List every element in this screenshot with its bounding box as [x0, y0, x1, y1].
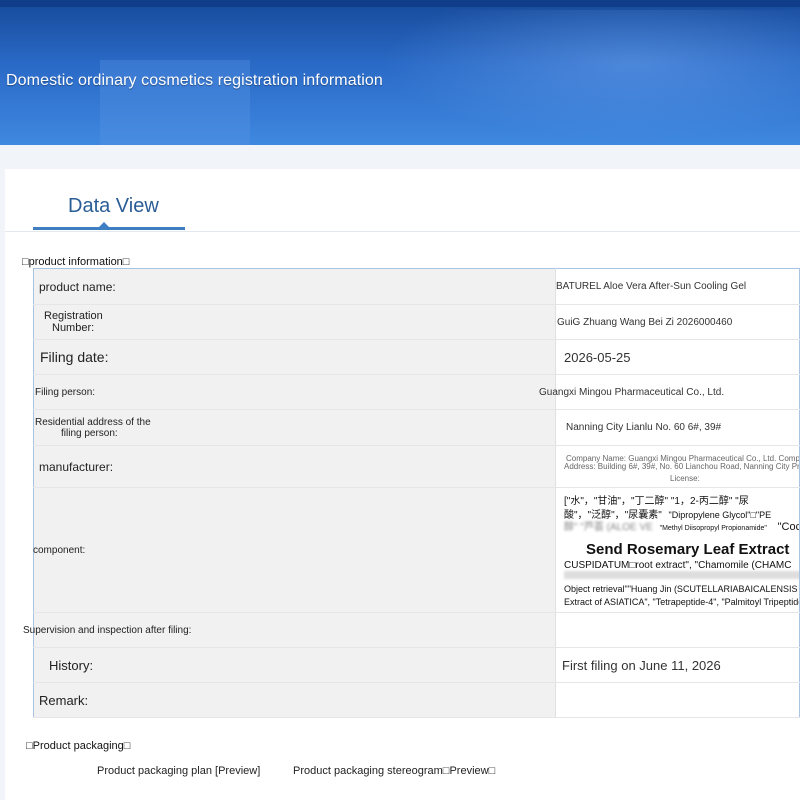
component-line3a: 醇" "芦荟 (ALOE VE: [564, 522, 653, 533]
row-component: component: ["水"，"甘油"，"丁二醇" "1，2-丙二醇" "尿 …: [33, 487, 800, 613]
section-product-information: □product information□: [22, 256, 130, 268]
component-value: ["水"，"甘油"，"丁二醇" "1，2-丙二醇" "尿 酸"，"泛醇"，"尿囊…: [556, 489, 799, 611]
row-supervision: Supervision and inspection after filing:: [23, 612, 800, 648]
page-title: Domestic ordinary cosmetics registration…: [6, 72, 383, 89]
registration-number-value: GuiG Zhuang Wang Bei Zi 2026000460: [557, 316, 733, 328]
component-redacted-line: [564, 571, 799, 579]
label-cell: product name:: [33, 268, 556, 305]
value-cell: BATUREL Aloe Vera After-Sun Cooling Gel: [555, 268, 800, 305]
residential-address-label-line2: filing person:: [61, 427, 118, 439]
banner-decoration: [380, 10, 800, 140]
history-label: History:: [49, 657, 94, 673]
manufacturer-line3: License:: [670, 473, 700, 483]
component-line6: Object retrieval""Huang Jin (SCUTELLARIA…: [564, 584, 798, 594]
row-remark: Remark:: [33, 682, 800, 718]
component-line7: Extract of ASIATICA", "Tetrapeptide-4", …: [564, 597, 799, 607]
row-registration-number: Registration Number: GuiG Zhuang Wang Be…: [33, 304, 800, 340]
label-cell: Residential address of the filing person…: [33, 409, 556, 446]
component-line3b: "Methyl Diisopropyl Propionamide": [659, 525, 767, 532]
value-cell: Guangxi Mingou Pharmaceutical Co., Ltd.: [539, 374, 800, 410]
tab-caret-icon: [98, 222, 110, 228]
tab-bar: Data View: [5, 169, 800, 232]
packaging-stereogram-preview-link[interactable]: Product packaging stereogram□Preview□: [293, 765, 495, 777]
row-filing-date: Filing date: 2026-05-25: [33, 339, 800, 375]
row-residential-address: Residential address of the filing person…: [33, 409, 800, 446]
component-line2b: "Dipropylene Glycol"□"PE: [668, 510, 772, 520]
value-cell: Company Name: Guangxi Mingou Pharmaceuti…: [555, 445, 800, 488]
row-history: History: First filing on June 11, 2026: [33, 647, 800, 683]
label-cell: History:: [33, 647, 556, 683]
component-line3: 醇" "芦荟 (ALOE VE "Methyl Diisopropyl Prop…: [564, 521, 799, 535]
value-cell: 2026-05-25: [555, 339, 800, 375]
header-banner: Domestic ordinary cosmetics registration…: [0, 0, 800, 145]
supervision-label: Supervision and inspection after filing:: [23, 624, 192, 636]
row-filing-person: Filing person: Guangxi Mingou Pharmaceut…: [33, 374, 800, 410]
component-line2a: 酸"，"泛醇"，"尿囊素": [564, 510, 662, 521]
label-cell: Remark:: [33, 682, 556, 718]
component-overlay-text: Send Rosemary Leaf Extract: [586, 541, 790, 558]
packaging-plan-preview-link[interactable]: Product packaging plan [Preview]: [97, 765, 260, 777]
product-name-value: BATUREL Aloe Vera After-Sun Cooling Gel: [556, 281, 747, 292]
manufacturer-label: manufacturer:: [39, 459, 114, 474]
content-card: Data View □product information□ product …: [5, 169, 800, 800]
residential-address-label-line1: Residential address of the: [35, 416, 151, 428]
label-cell: Filing person:: [33, 374, 556, 410]
value-cell: [555, 612, 800, 648]
registration-label-line2: Number:: [52, 322, 95, 334]
manufacturer-line2: Address: Building 6#, 39#, No. 60 Lianch…: [564, 461, 799, 471]
label-cell: Registration Number:: [33, 304, 556, 340]
manufacturer-value: Company Name: Guangxi Mingou Pharmaceuti…: [556, 448, 799, 486]
label-cell: component:: [33, 487, 556, 613]
filing-date-label: Filing date:: [40, 349, 109, 365]
section-product-packaging: □Product packaging□: [26, 740, 131, 752]
value-cell: GuiG Zhuang Wang Bei Zi 2026000460: [555, 304, 800, 340]
product-info-table: product name: BATUREL Aloe Vera After-Su…: [23, 268, 800, 718]
filing-person-label: Filing person:: [35, 386, 96, 398]
banner-top-stripe: [0, 0, 800, 7]
component-label: component:: [33, 544, 86, 556]
value-cell: First filing on June 11, 2026: [555, 647, 800, 683]
label-cell: manufacturer:: [33, 445, 556, 488]
component-line3c: "Cocoyl glucoside: [777, 521, 799, 533]
row-manufacturer: manufacturer: Company Name: Guangxi Ming…: [33, 445, 800, 488]
product-name-label: product name:: [39, 279, 116, 294]
label-cell: Filing date:: [33, 339, 556, 375]
filing-date-value: 2026-05-25: [564, 349, 631, 365]
remark-label: Remark:: [39, 692, 89, 708]
history-value: First filing on June 11, 2026: [562, 657, 721, 673]
filing-person-value: Guangxi Mingou Pharmaceutical Co., Ltd.: [539, 386, 725, 398]
row-product-name: product name: BATUREL Aloe Vera After-Su…: [33, 268, 800, 305]
label-cell: Supervision and inspection after filing:: [23, 612, 556, 648]
tab-data-view[interactable]: Data View: [68, 195, 159, 218]
component-line1: ["水"，"甘油"，"丁二醇" "1，2-丙二醇" "尿: [564, 496, 749, 507]
value-cell: ["水"，"甘油"，"丁二醇" "1，2-丙二醇" "尿 酸"，"泛醇"，"尿囊…: [555, 487, 800, 613]
value-cell: Nanning City Lianlu No. 60 6#, 39#: [555, 409, 800, 446]
registration-label-line1: Registration: [44, 310, 103, 322]
residential-address-value: Nanning City Lianlu No. 60 6#, 39#: [566, 422, 722, 433]
value-cell: [555, 682, 800, 718]
